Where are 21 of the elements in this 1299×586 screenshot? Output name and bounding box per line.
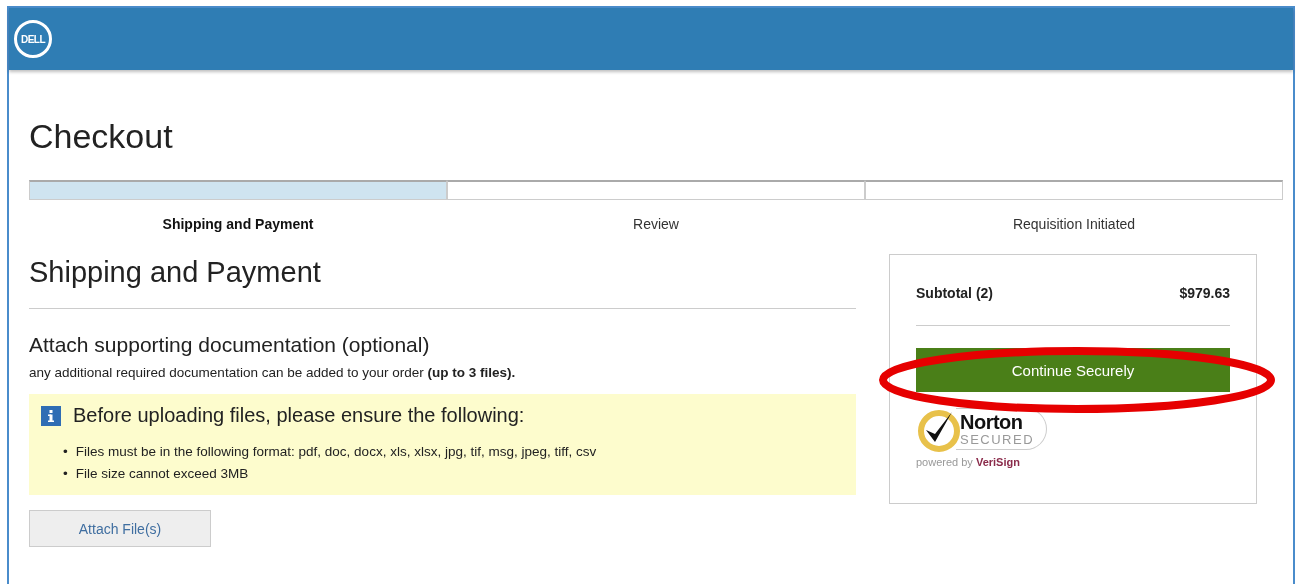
powered-by-brand: VeriSign [975,456,1020,468]
description: any additional required documentation can be added to your order (up to 3 files). [29,365,517,380]
powered-by-text: powered by [916,456,973,468]
bullet: • [63,465,68,483]
section-title: Shipping and Payment [29,254,856,309]
seal-brand: Norton [960,411,1024,433]
subtotal-amount: $979.63 [1179,285,1230,301]
seal-status: SECURED [960,433,1035,447]
notice-title: Before uploading files, please ensure the following: [73,404,525,427]
logo[interactable]: DELL [14,20,52,58]
subtotal-label: Subtotal (2) [916,285,993,301]
page-title: Checkout [29,116,174,156]
step-label: Requisition Initiated [1012,216,1136,232]
attach-files-button[interactable]: Attach File(s) [29,510,211,547]
step-label: Shipping and Payment [162,216,314,232]
requirement-item: Files must be in the following format: pdf, doc, docx, xls, xlsx, jpg, tif, msg, jpeg, tiff, csv [75,443,597,461]
info-icon [41,405,61,426]
step-label: Review [633,216,679,232]
subsection-title: Attach supporting documentation (optional) [29,332,431,358]
bullet: • [63,443,68,461]
requirement-item: File size cannot exceed 3MB [75,465,249,483]
